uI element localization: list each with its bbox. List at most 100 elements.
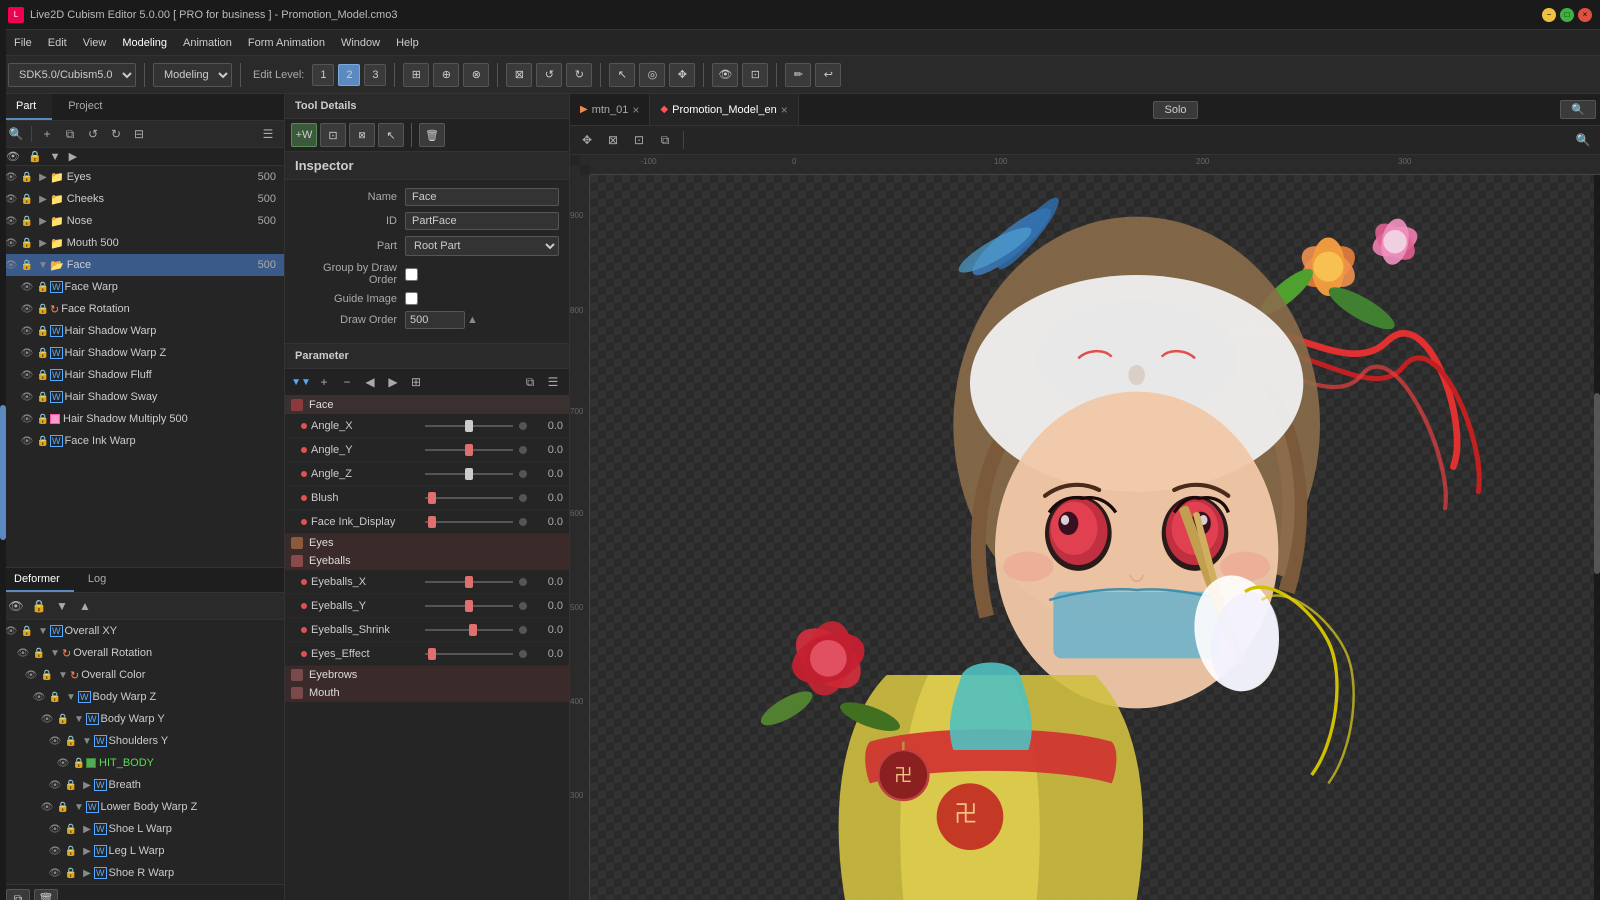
lock-icon-hit-body[interactable]: 🔒	[72, 756, 86, 770]
lock-icon-hair-shadow-multiply[interactable]: 🔒	[36, 412, 50, 426]
snap-btn[interactable]: ⊗	[463, 63, 489, 87]
deformer-expand-btn[interactable]: ▼	[52, 596, 72, 616]
deformer-item-leg-l-warp[interactable]: 👁 🔒 ▶ W Leg L Warp	[0, 840, 284, 862]
deformer-item-body-warp-y[interactable]: 👁 🔒 ▼ W Body Warp Y	[0, 708, 284, 730]
menu-form-animation[interactable]: Form Animation	[240, 34, 333, 52]
eye-icon-shoe-r-warp[interactable]: 👁	[48, 866, 62, 880]
expand-icon-lower-body-warp-z[interactable]: ▼	[72, 800, 86, 814]
expand-icon-eyes[interactable]: ▶	[36, 170, 50, 184]
expand-icon-body-warp-y[interactable]: ▼	[72, 712, 86, 726]
deformer-item-shoe-l-warp[interactable]: 👁 🔒 ▶ W Shoe L Warp	[0, 818, 284, 840]
deformer-collapse-btn[interactable]: ▲	[75, 596, 95, 616]
tool-create-warp[interactable]: +W	[291, 123, 317, 147]
orbit-btn[interactable]: ◎	[639, 63, 665, 87]
vt-zoom-in[interactable]: 🔍	[1572, 129, 1594, 151]
tab-project[interactable]: Project	[52, 94, 118, 120]
eye-icon-hair-shadow-multiply[interactable]: 👁	[20, 412, 34, 426]
deformer-item-lower-body-warp-z[interactable]: 👁 🔒 ▼ W Lower Body Warp Z	[0, 796, 284, 818]
eye-icon-shoulders-y[interactable]: 👁	[48, 734, 62, 748]
insp-id-input[interactable]	[405, 212, 559, 230]
part-redo-btn[interactable]: ↻	[106, 124, 126, 144]
param-group-eyes[interactable]: Eyes	[285, 534, 569, 552]
expand-icon-overall-rotation[interactable]: ▼	[48, 646, 62, 660]
part-add-btn[interactable]: +	[37, 124, 57, 144]
sdk-version-select[interactable]: SDK5.0/Cubism5.0	[8, 63, 136, 87]
mesh-btn[interactable]: ⊠	[506, 63, 532, 87]
param-group-face[interactable]: Face	[285, 396, 569, 414]
expand-icon-body-warp-z[interactable]: ▼	[64, 690, 78, 704]
deformer-lock-btn[interactable]: 🔒	[29, 596, 49, 616]
vis-lock-icon[interactable]: 🔒	[28, 150, 42, 163]
lock-icon-mouth[interactable]: 🔒	[20, 236, 34, 250]
viewport-vscroll[interactable]	[1594, 175, 1600, 900]
eye-icon-mouth[interactable]: 👁	[4, 236, 18, 250]
eye-icon-face-rotation[interactable]: 👁	[20, 302, 34, 316]
part-filter-btn[interactable]: ⊟	[129, 124, 149, 144]
tree-item-face[interactable]: 👁 🔒 ▼ 📂 Face 500	[0, 254, 284, 276]
expand-icon-shoe-l-warp[interactable]: ▶	[80, 822, 94, 836]
expand-icon-mouth[interactable]: ▶	[36, 236, 50, 250]
menu-edit[interactable]: Edit	[40, 34, 75, 52]
eye-icon-leg-l-warp[interactable]: 👁	[48, 844, 62, 858]
vt-bone-btn[interactable]: ⊠	[602, 129, 624, 151]
eye-icon-face-warp[interactable]: 👁	[20, 280, 34, 294]
tree-item-hair-shadow-warp[interactable]: 👁 🔒 W Hair Shadow Warp	[0, 320, 284, 342]
menu-file[interactable]: File	[6, 34, 40, 52]
transform-btn[interactable]: ✥	[669, 63, 695, 87]
redo-btn[interactable]: ↻	[566, 63, 592, 87]
eye-icon-face-ink-warp[interactable]: 👁	[20, 434, 34, 448]
undo-btn[interactable]: ↺	[536, 63, 562, 87]
vt-mesh-btn[interactable]: ⊡	[628, 129, 650, 151]
lock-icon-shoe-l-warp[interactable]: 🔒	[64, 822, 78, 836]
tab-log[interactable]: Log	[74, 568, 120, 592]
tool-arrow[interactable]: ↖	[378, 123, 404, 147]
lock-icon-eyes[interactable]: 🔒	[20, 170, 34, 184]
deformer-item-shoulders-y[interactable]: 👁 🔒 ▼ W Shoulders Y	[0, 730, 284, 752]
expand-icon-overall-color[interactable]: ▼	[56, 668, 70, 682]
lock-icon-face[interactable]: 🔒	[20, 258, 34, 272]
deformer-eye-btn[interactable]: 👁	[6, 596, 26, 616]
expand-icon-shoe-r-warp[interactable]: ▶	[80, 866, 94, 880]
lock-icon-overall-xy[interactable]: 🔒	[20, 624, 34, 638]
viewport-search-btn[interactable]: 🔍	[1560, 100, 1596, 119]
deformer-item-body-warp-z[interactable]: 👁 🔒 ▼ W Body Warp Z	[0, 686, 284, 708]
lock-icon-face-warp[interactable]: 🔒	[36, 280, 50, 294]
tool-edit-warp[interactable]: ⊡	[320, 123, 346, 147]
tool-delete[interactable]: 🗑	[419, 123, 445, 147]
param-group-eyeballs[interactable]: Eyeballs	[285, 552, 569, 570]
lock-icon-cheeks[interactable]: 🔒	[20, 192, 34, 206]
magnet-btn[interactable]: ⊕	[433, 63, 459, 87]
menu-help[interactable]: Help	[388, 34, 427, 52]
select-btn[interactable]: ↖	[609, 63, 635, 87]
expand-icon-cheeks[interactable]: ▶	[36, 192, 50, 206]
eye-icon-eyes[interactable]: 👁	[4, 170, 18, 184]
pen-btn[interactable]: ✏	[785, 63, 811, 87]
ui-btn[interactable]: ⊡	[742, 63, 768, 87]
tree-item-face-rotation[interactable]: 👁 🔒 ↻ Face Rotation	[0, 298, 284, 320]
tree-item-hair-shadow-warp-z[interactable]: 👁 🔒 W Hair Shadow Warp Z	[0, 342, 284, 364]
lock-icon-overall-rotation[interactable]: 🔒	[32, 646, 46, 660]
lock-icon-hair-shadow-warp[interactable]: 🔒	[36, 324, 50, 338]
tree-item-eyes[interactable]: 👁 🔒 ▶ 📁 Eyes 500	[0, 166, 284, 188]
vis-eye-icon[interactable]: 👁	[6, 150, 20, 163]
eye-icon-body-warp-y[interactable]: 👁	[40, 712, 54, 726]
lock-icon-face-rotation[interactable]: 🔒	[36, 302, 50, 316]
vt-move-btn[interactable]: ✥	[576, 129, 598, 151]
tree-item-hair-shadow-multiply[interactable]: 👁 🔒 Hair Shadow Multiply 500	[0, 408, 284, 430]
view-btn[interactable]: 👁	[712, 63, 738, 87]
lock-icon-hair-shadow-fluff[interactable]: 🔒	[36, 368, 50, 382]
param-copy[interactable]: ⧉	[520, 372, 540, 392]
expand-icon-breath[interactable]: ▶	[80, 778, 94, 792]
param-slider-eyeballs-y[interactable]	[425, 598, 513, 614]
edit-level-1[interactable]: 1	[312, 64, 334, 86]
param-slider-face-ink[interactable]	[425, 514, 513, 530]
eye-icon-hair-shadow-warp-z[interactable]: 👁	[20, 346, 34, 360]
param-grid-view[interactable]: ⊞	[406, 372, 426, 392]
eye-icon-body-warp-z[interactable]: 👁	[32, 690, 46, 704]
eye-icon-overall-color[interactable]: 👁	[24, 668, 38, 682]
eye-icon-face[interactable]: 👁	[4, 258, 18, 272]
param-slider-eyeballs-x[interactable]	[425, 574, 513, 590]
eye-icon-overall-rotation[interactable]: 👁	[16, 646, 30, 660]
expand-icon-leg-l-warp[interactable]: ▶	[80, 844, 94, 858]
close-button[interactable]: ×	[1578, 8, 1592, 22]
